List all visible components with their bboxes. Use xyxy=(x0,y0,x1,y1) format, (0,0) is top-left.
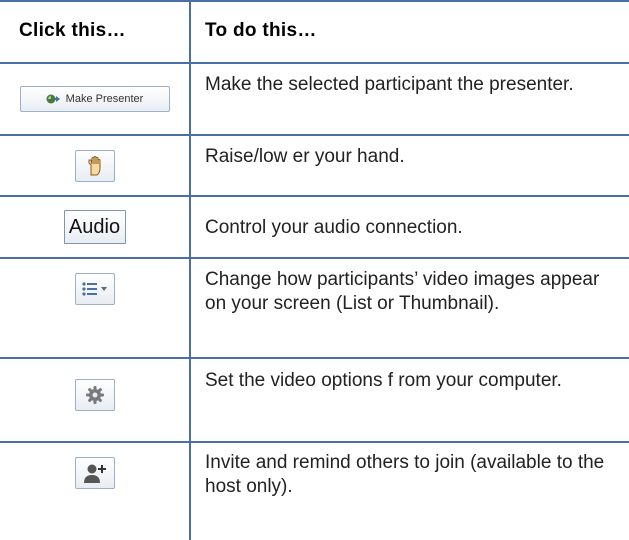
row-description: Control your audio connection. xyxy=(205,217,463,238)
make-presenter-label: Make Presenter xyxy=(65,93,144,105)
list-view-icon xyxy=(81,281,109,297)
list-view-button[interactable] xyxy=(74,273,115,305)
row-description: Change how participants’ video images ap… xyxy=(205,269,600,314)
invite-button[interactable] xyxy=(74,457,115,489)
table-row: Audio xyxy=(0,197,189,257)
row-description: Set the video options f rom your compute… xyxy=(205,370,562,391)
gear-icon xyxy=(85,385,105,405)
table-row xyxy=(0,136,189,195)
table-row xyxy=(0,443,189,503)
header-to-do-this: To do this… xyxy=(205,20,317,41)
make-presenter-button[interactable]: Make Presenter xyxy=(19,86,170,112)
add-user-icon xyxy=(82,463,108,483)
raise-hand-icon xyxy=(85,155,105,177)
row-description: Invite and remind others to join (availa… xyxy=(205,452,605,497)
table-row xyxy=(0,259,189,319)
raise-hand-button[interactable] xyxy=(74,149,115,182)
row-description: Raise/low er your hand. xyxy=(205,146,405,167)
presenter-icon xyxy=(46,93,62,105)
header-click-this: Click this… xyxy=(19,20,126,41)
table-column-divider xyxy=(189,0,191,540)
audio-button-label: Audio xyxy=(68,215,121,238)
audio-button[interactable]: Audio xyxy=(63,210,126,244)
table-row xyxy=(0,359,189,431)
video-options-button[interactable] xyxy=(74,379,115,411)
row-description: Make the selected participant the presen… xyxy=(205,74,574,95)
table-row: Make Presenter xyxy=(0,64,189,134)
